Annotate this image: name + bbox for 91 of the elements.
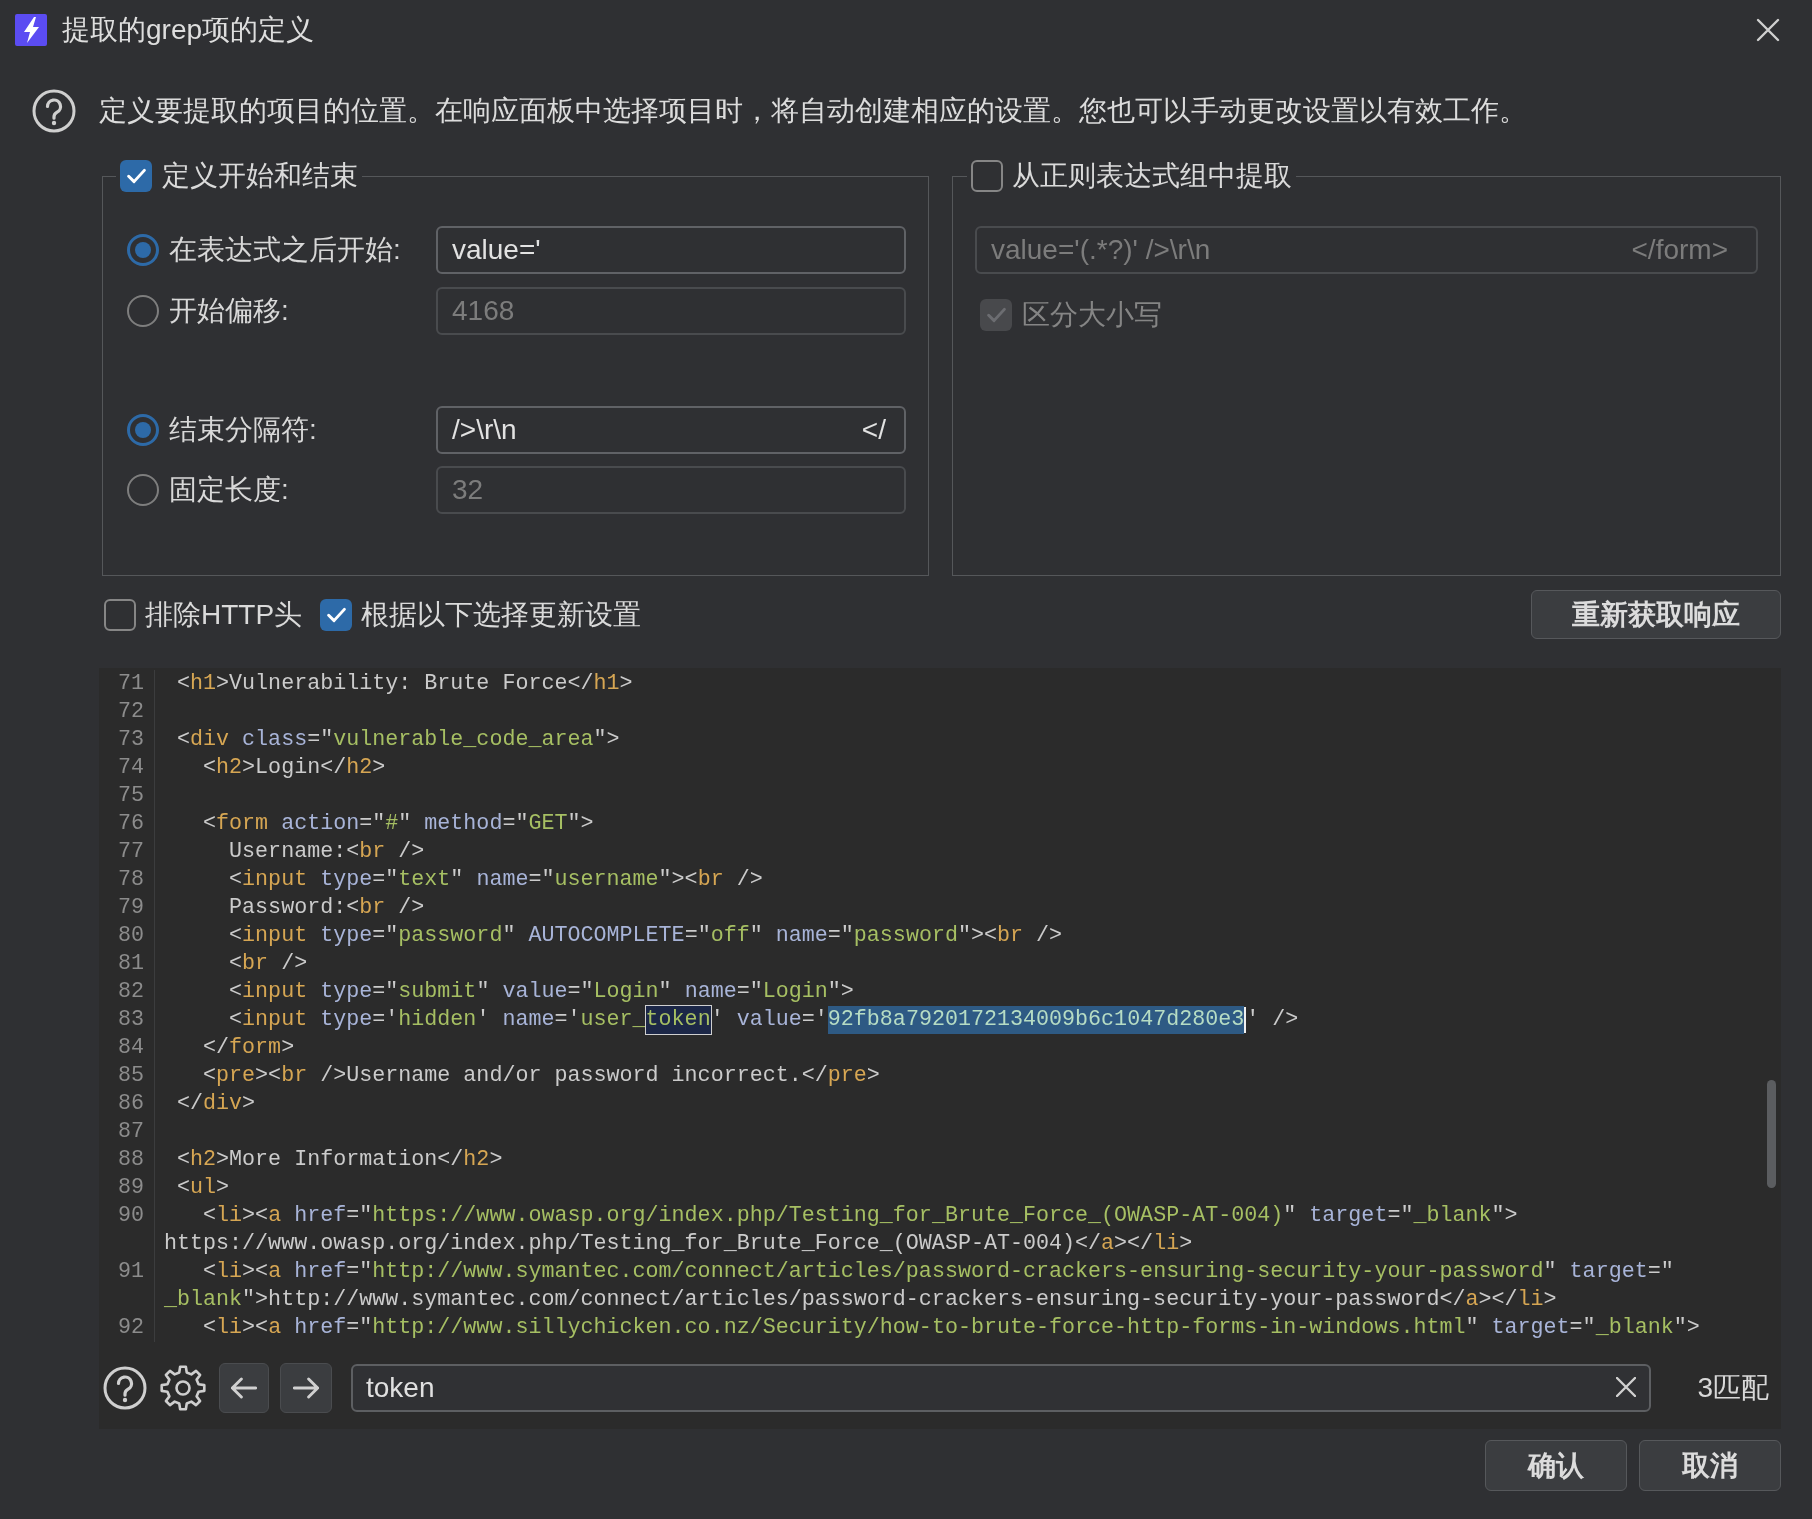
- settings-icon: [160, 1364, 206, 1411]
- code-line: <input type="text" name="username"><br />: [228, 866, 763, 894]
- line-number: 71: [117, 670, 144, 698]
- code-line: Username:<br />: [228, 838, 425, 866]
- radio-label[interactable]: 固定长度:: [169, 469, 289, 511]
- line-number: 85: [117, 1062, 144, 1090]
- search-field[interactable]: token: [351, 1363, 1651, 1412]
- close-icon: [1756, 18, 1780, 42]
- radio-label[interactable]: 结束分隔符:: [169, 409, 317, 451]
- line-number: 72: [117, 698, 144, 726]
- arrow-left-icon: [231, 1376, 257, 1399]
- next-button[interactable]: [280, 1362, 332, 1413]
- code-line: <br />: [228, 950, 308, 978]
- description-text: 定义要提取的项目的位置。在响应面板中选择项目时，将自动创建相应的设置。您也可以手动更改设置以有效工作。: [99, 94, 1527, 128]
- code-line: </div>: [176, 1090, 256, 1118]
- code-line: <li><a href="http://www.symantec.com/connect/articles/password-crackers-ensuring-security-your-password" target=": [202, 1258, 1674, 1286]
- match-count: 3匹配: [1697, 1370, 1769, 1405]
- line-number: 78: [117, 866, 144, 894]
- code-text: ' value=': [710, 1006, 828, 1034]
- selected-text: 92fb8a7920172134009b6c1047d280e3: [827, 1006, 1245, 1034]
- code-text: ' />: [1246, 1006, 1299, 1034]
- line-number: 80: [117, 922, 144, 950]
- checkmark-icon: [126, 168, 146, 184]
- line-number: 74: [117, 754, 144, 782]
- line-number: 90: [117, 1202, 144, 1230]
- line-number: 84: [117, 1034, 144, 1062]
- previous-button[interactable]: [219, 1362, 269, 1413]
- help-button[interactable]: [102, 1364, 148, 1411]
- line-number: 73: [117, 726, 144, 754]
- code-line: <h2>Login</h2>: [202, 754, 386, 782]
- checkbox[interactable]: [120, 160, 152, 192]
- cancel-button[interactable]: 取消: [1639, 1440, 1781, 1491]
- arrow-right-icon: [293, 1376, 319, 1399]
- code-line: _blank">http://www.symantec.com/connect/articles/password-crackers-ensuring-security-your-password</a></li>: [164, 1286, 1557, 1314]
- line-number: 91: [117, 1258, 144, 1286]
- code-line: https://www.owasp.org/index.php/Testing_for_Brute_Force_(OWASP-AT-004)</a></li>: [164, 1230, 1193, 1258]
- code-line: <pre><br />Username and/or password incorrect.</pre>: [202, 1062, 880, 1090]
- checkbox[interactable]: [971, 160, 1003, 192]
- radio-button[interactable]: [127, 234, 159, 266]
- checkmark-icon: [986, 307, 1006, 323]
- radio-label[interactable]: 在表达式之后开始:: [169, 229, 401, 271]
- code-line: <input type="password" AUTOCOMPLETE="off" name="password"><br />: [228, 922, 1063, 950]
- line-number: 87: [117, 1118, 144, 1146]
- ok-button[interactable]: 确认: [1485, 1440, 1627, 1491]
- help-icon[interactable]: [32, 89, 76, 133]
- code-line: <li><a href="http://www.sillychicken.co.nz/Security/how-to-brute-force-http-forms-in-windows.html" target="_blank">: [202, 1314, 1700, 1342]
- checkbox-label[interactable]: 排除HTTP头: [145, 593, 303, 636]
- code-line: Password:<br />: [228, 894, 425, 922]
- line-number: 86: [117, 1090, 144, 1118]
- clear-button[interactable]: [1615, 1375, 1637, 1398]
- line-number: 75: [117, 782, 144, 810]
- code-line: <ul>: [176, 1174, 230, 1202]
- text-field[interactable]: value=': [436, 226, 906, 274]
- radio-button[interactable]: [127, 474, 159, 506]
- code-line: </form>: [202, 1034, 295, 1062]
- checkbox-label[interactable]: 定义开始和结束: [162, 155, 358, 197]
- line-number: 79: [117, 894, 144, 922]
- scrollbar-thumb[interactable]: [1767, 1080, 1776, 1188]
- line-number: 83: [117, 1006, 144, 1034]
- code-line: <input type="submit" value="Login" name="Login">: [228, 978, 854, 1006]
- code-line: <h1>Vulnerability: Brute Force</h1>: [176, 670, 633, 698]
- code-line: <form action="#" method="GET">: [202, 810, 594, 838]
- code-line: <li><a href="https://www.owasp.org/index.php/Testing_for_Brute_Force_(OWASP-AT-004)" target="_blank">: [202, 1202, 1518, 1230]
- line-number: 81: [117, 950, 144, 978]
- line-number: 82: [117, 978, 144, 1006]
- lightning-bolt-icon: [15, 14, 47, 46]
- radio-button[interactable]: [127, 295, 159, 327]
- radio-label[interactable]: 开始偏移:: [169, 290, 289, 332]
- line-number: 77: [117, 838, 144, 866]
- checkbox-label[interactable]: 从正则表达式组中提取: [1012, 155, 1292, 197]
- checkbox[interactable]: [104, 598, 136, 631]
- radio-button[interactable]: [127, 414, 159, 446]
- close-button[interactable]: [1756, 18, 1780, 42]
- refetch-button[interactable]: 重新获取响应: [1531, 590, 1781, 639]
- search-match-highlight: token: [645, 1006, 711, 1034]
- text-cursor: [1244, 1007, 1247, 1033]
- settings-button[interactable]: [159, 1363, 207, 1412]
- window-title: 提取的grep项的定义: [62, 13, 315, 47]
- checkbox-label[interactable]: 根据以下选择更新设置: [361, 593, 641, 636]
- close-icon: [1616, 1376, 1636, 1397]
- text-field[interactable]: />\r\n </: [436, 406, 906, 454]
- line-number: 89: [117, 1174, 144, 1202]
- checkmark-icon: [326, 606, 346, 623]
- line-number: 88: [117, 1146, 144, 1174]
- code-line: <div class="vulnerable_code_area">: [176, 726, 620, 754]
- help-icon: [103, 1365, 147, 1410]
- line-number: 76: [117, 810, 144, 838]
- line-number: 92: [117, 1314, 144, 1342]
- code-line: <h2>More Information</h2>: [176, 1146, 503, 1174]
- code-text: <input type='hidden' name='user_: [228, 1006, 646, 1034]
- checkbox[interactable]: [320, 598, 352, 631]
